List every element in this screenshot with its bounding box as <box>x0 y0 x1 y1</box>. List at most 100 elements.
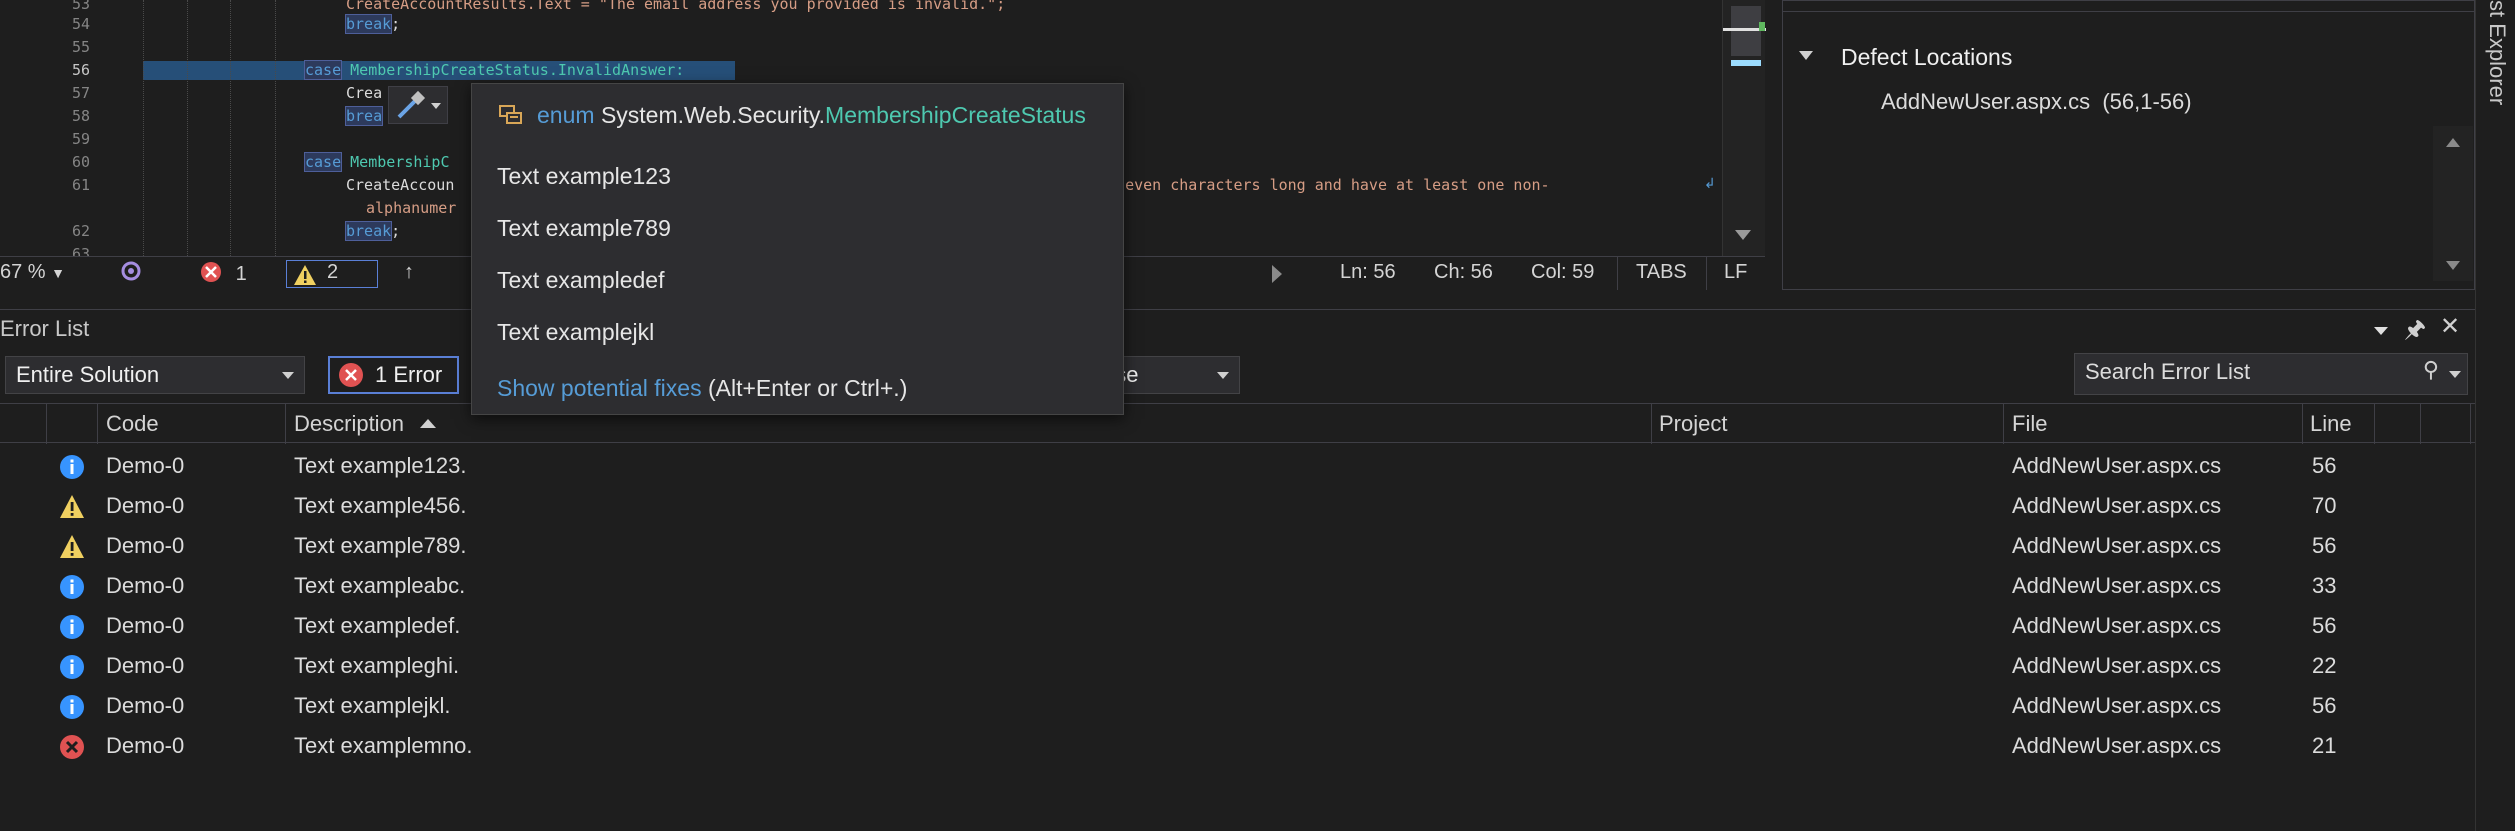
line-ending[interactable]: LF <box>1724 261 1747 284</box>
quick-info-popup: enum System.Web.Security.MembershipCreat… <box>471 83 1124 415</box>
code-line-60[interactable]: case MembershipC <box>303 152 450 172</box>
line-number: 61 <box>71 176 90 194</box>
info-icon <box>60 615 84 639</box>
info-icon <box>60 655 84 679</box>
column-header-code[interactable]: Code <box>106 411 159 437</box>
errors-indicator[interactable]: 1 <box>200 261 247 286</box>
table-row[interactable]: Demo-0 Text example456. AddNewUser.aspx.cs… <box>0 486 2475 526</box>
popup-item: Text example123 <box>497 163 671 189</box>
cell-code: Demo-0 <box>106 613 185 638</box>
warnings-indicator[interactable]: 2 <box>286 260 378 288</box>
defect-locations-heading: Defect Locations <box>1841 44 2013 70</box>
scrollbar-thumb[interactable] <box>1731 6 1761 56</box>
sort-ascending-icon <box>420 419 437 428</box>
table-row[interactable]: Demo-0 Text exampleghi. AddNewUser.aspx.cs… <box>0 646 2475 686</box>
code-line-61[interactable]: CreateAccoun <box>346 176 454 194</box>
warning-icon <box>60 535 84 558</box>
table-row[interactable]: Demo-0 Text exampledef. AddNewUser.aspx.cs… <box>0 606 2475 646</box>
cell-code: Demo-0 <box>106 493 185 518</box>
table-row[interactable]: Demo-0 Text example789. AddNewUser.aspx.cs… <box>0 526 2475 566</box>
defect-location-item[interactable]: AddNewUser.aspx.cs (56,1-56) <box>1881 89 2192 115</box>
error-icon <box>60 735 84 759</box>
cell-line: 56 <box>2312 533 2337 558</box>
error-list-title: Error List <box>0 316 90 341</box>
cell-line: 56 <box>2312 613 2337 638</box>
line-number: 53 <box>71 0 90 13</box>
char-indicator[interactable]: Ch: 56 <box>1434 261 1493 284</box>
errors-filter-toggle[interactable]: 1 Error <box>328 356 459 394</box>
column-header-project[interactable]: Project <box>1659 411 1727 437</box>
window-position-dropdown-icon[interactable] <box>2374 327 2388 335</box>
code-line-53[interactable]: CreateAccountResults.Text = "The email a… <box>346 0 1005 13</box>
cell-description: Text exampleabc. <box>294 573 466 598</box>
previous-issue-button[interactable]: ↑ <box>404 261 414 284</box>
cell-line: 56 <box>2312 693 2337 718</box>
scroll-right-arrow-icon[interactable] <box>1272 265 1282 283</box>
cell-description: Text example789. <box>294 533 467 558</box>
popup-fix-line: Show potential fixes (Alt+Enter or Ctrl+… <box>497 375 908 401</box>
editor-vertical-scrollbar[interactable] <box>1722 0 1766 256</box>
cell-file: AddNewUser.aspx.cs <box>2012 453 2222 478</box>
enum-icon <box>499 105 522 124</box>
table-row[interactable]: Demo-0 Text example123. AddNewUser.aspx.cs… <box>0 446 2475 486</box>
code-line-57[interactable]: Crea <box>346 84 382 102</box>
close-icon[interactable]: ✕ <box>2440 312 2460 340</box>
cell-line: 70 <box>2312 493 2337 518</box>
cell-file: AddNewUser.aspx.cs <box>2012 613 2222 638</box>
screwdriver-icon <box>397 90 441 119</box>
line-number: 57 <box>71 84 90 102</box>
cell-description: Text example456. <box>294 493 467 518</box>
column-header-line[interactable]: Line <box>2310 411 2352 437</box>
line-indicator[interactable]: Ln: 56 <box>1340 261 1396 284</box>
search-icon[interactable]: ⚲ <box>2423 358 2439 383</box>
popup-item: Text example789 <box>497 215 671 241</box>
code-line-54[interactable]: break; <box>344 14 400 34</box>
info-icon <box>60 695 84 719</box>
column-header-description[interactable]: Description <box>294 411 437 437</box>
test-explorer-vertical-tab[interactable]: st Explorer <box>2475 0 2515 831</box>
indent-mode[interactable]: TABS <box>1636 261 1687 284</box>
chevron-down-icon <box>282 372 294 379</box>
change-marker <box>1759 22 1765 31</box>
column-header-file[interactable]: File <box>2012 411 2047 437</box>
cell-code: Demo-0 <box>106 453 185 478</box>
table-row[interactable]: Demo-0 Text examplejkl. AddNewUser.aspx.cs… <box>0 686 2475 726</box>
collapse-caret-icon[interactable] <box>1799 51 1813 60</box>
code-line-61-wrap[interactable]: alphanumer <box>366 199 456 217</box>
search-error-list-input[interactable]: Search Error List ⚲ <box>2074 353 2468 395</box>
scroll-down-arrow-icon[interactable] <box>2446 261 2460 270</box>
show-potential-fixes-link[interactable]: Show potential fixes <box>497 375 702 401</box>
table-row[interactable]: Demo-0 Text examplemno. AddNewUser.aspx.cs… <box>0 726 2475 766</box>
column-indicator[interactable]: Col: 59 <box>1531 261 1594 284</box>
health-icon[interactable] <box>120 260 142 290</box>
chevron-down-icon[interactable] <box>2449 371 2461 378</box>
error-list-title-bar: Error List 🖈 ✕ <box>0 309 2475 349</box>
info-icon <box>60 575 84 599</box>
cell-file: AddNewUser.aspx.cs <box>2012 533 2222 558</box>
scroll-up-arrow-icon[interactable] <box>2446 138 2460 147</box>
code-line-62[interactable]: break; <box>344 221 400 241</box>
vertical-tab-label: st Explorer <box>2485 0 2510 106</box>
pane-scrollbar[interactable] <box>2433 126 2473 281</box>
scroll-down-arrow-icon[interactable] <box>1735 230 1751 240</box>
quick-actions-button[interactable] <box>388 86 448 124</box>
cell-file: AddNewUser.aspx.cs <box>2012 573 2222 598</box>
indent-guide <box>143 0 144 256</box>
cell-code: Demo-0 <box>106 573 185 598</box>
pin-icon[interactable]: 🖈 <box>2404 312 2426 353</box>
warning-icon <box>294 265 316 285</box>
scope-dropdown[interactable]: Entire Solution <box>5 356 305 394</box>
info-icon <box>60 455 84 479</box>
cell-code: Demo-0 <box>106 533 185 558</box>
line-number: 60 <box>71 153 90 171</box>
table-row[interactable]: Demo-0 Text exampleabc. AddNewUser.aspx.cs… <box>0 566 2475 606</box>
cell-description: Text examplejkl. <box>294 693 451 718</box>
cell-file: AddNewUser.aspx.cs <box>2012 733 2222 758</box>
code-line-56[interactable]: case MembershipCreateStatus.InvalidAnswe… <box>303 60 684 80</box>
code-line-61-tail[interactable]: e seven characters long and have at leas… <box>1098 176 1550 194</box>
zoom-level[interactable]: 67 % ▼ <box>0 261 65 284</box>
code-line-58[interactable]: brea <box>344 106 384 126</box>
cell-description: Text examplemno. <box>294 733 473 758</box>
cell-file: AddNewUser.aspx.cs <box>2012 653 2222 678</box>
cell-code: Demo-0 <box>106 733 185 758</box>
